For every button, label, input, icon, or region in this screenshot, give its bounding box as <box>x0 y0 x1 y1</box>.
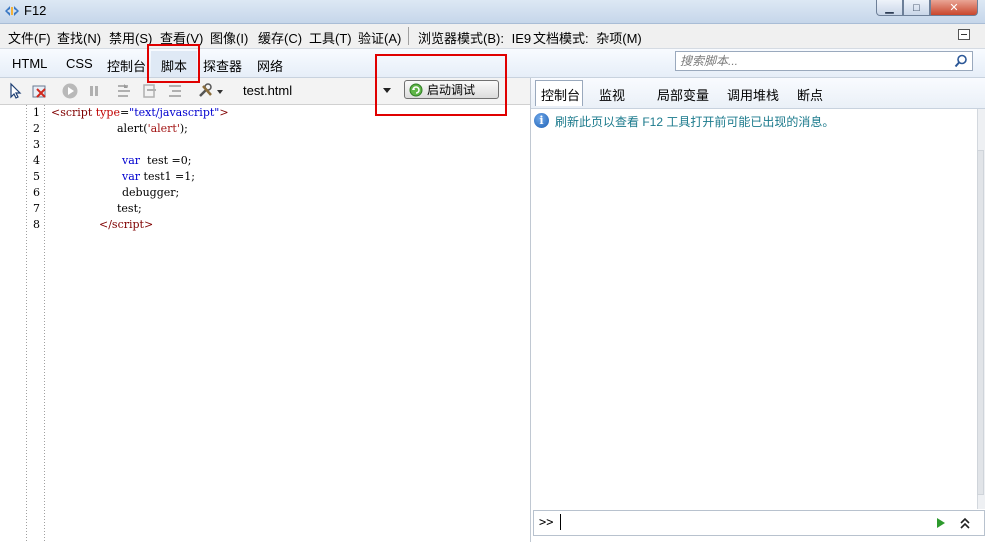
step-over-icon[interactable] <box>141 82 159 100</box>
debug-tab-call-stack[interactable]: 调用堆栈 <box>727 85 779 104</box>
code-line: test; <box>117 202 142 215</box>
menu-document-mode[interactable]: 文档模式: 杂项(M) <box>533 28 642 47</box>
search-input[interactable] <box>680 53 950 69</box>
menu-tools[interactable]: 工具(T) <box>309 28 352 47</box>
line-number: 2 <box>33 122 40 135</box>
code-line: debugger; <box>122 186 180 199</box>
debug-tabs: 控制台 监视 局部变量 调用堆栈 断点 <box>531 78 985 109</box>
close-button[interactable]: ✕ <box>930 0 978 16</box>
debug-tab-breakpoints[interactable]: 断点 <box>797 85 823 104</box>
tab-html[interactable]: HTML <box>12 56 47 71</box>
menu-find[interactable]: 查找(N) <box>57 28 101 47</box>
tab-bar: HTML CSS 控制台 脚本 探查器 网络 <box>0 49 985 78</box>
line-number: 8 <box>33 218 40 231</box>
menu-validate[interactable]: 验证(A) <box>358 28 401 47</box>
script-editor[interactable]: 1 2 3 4 5 6 7 8 <script type="text/javas… <box>0 105 530 542</box>
browser-mode-value: IE9 <box>511 31 532 46</box>
title-bar: F12 ▁ □ ✕ <box>0 0 985 24</box>
start-debugging-button[interactable]: 启动调试 <box>404 80 499 99</box>
search-box <box>675 51 973 71</box>
menu-cache[interactable]: 缓存(C) <box>258 28 302 47</box>
console-input[interactable] <box>560 514 931 530</box>
scrollbar-thumb[interactable] <box>977 150 984 495</box>
tab-profiler[interactable]: 探查器 <box>203 56 242 75</box>
multi-line-expand-icon[interactable] <box>959 516 971 530</box>
debug-tab-console[interactable]: 控制台 <box>541 85 580 104</box>
window-title: F12 <box>24 3 47 18</box>
line-number: 3 <box>33 138 40 151</box>
code-line: var test =0; <box>122 154 192 167</box>
doc-mode-label: 文档模式: <box>533 31 589 46</box>
f12-devtools-icon <box>5 6 19 16</box>
menu-bar: 文件(F) 查找(N) 禁用(S) 查看(V) 图像(I) 缓存(C) 工具(T… <box>0 24 985 49</box>
continue-icon[interactable] <box>61 82 79 100</box>
minimize-button[interactable]: ▁ <box>876 0 903 16</box>
console-input-bar: >> <box>533 510 985 536</box>
tab-script[interactable]: 脚本 <box>161 56 187 75</box>
chevron-down-icon[interactable] <box>380 83 394 97</box>
gutter-divider <box>44 105 45 542</box>
code-line: <script type="text/javascript"> <box>51 106 229 119</box>
clear-browser-cache-icon[interactable] <box>31 82 49 100</box>
refresh-green-icon <box>409 83 423 96</box>
script-toolbar: test.html 启动调试 <box>0 78 530 105</box>
code-line: alert('alert'); <box>117 122 188 135</box>
line-number: 5 <box>33 170 40 183</box>
doc-mode-value: 杂项(M) <box>596 31 642 46</box>
menu-browser-mode[interactable]: 浏览器模式(B): IE9 <box>418 28 531 47</box>
tab-network[interactable]: 网络 <box>257 56 283 75</box>
browser-mode-label: 浏览器模式(B): <box>418 31 504 46</box>
maximize-button[interactable]: □ <box>903 0 930 16</box>
break-all-icon[interactable] <box>85 82 103 100</box>
menu-separator <box>408 27 409 45</box>
code-line: </script> <box>99 218 154 231</box>
start-debugging-label: 启动调试 <box>427 83 476 97</box>
minimize-panel-icon[interactable] <box>958 29 970 40</box>
line-number: 7 <box>33 202 40 215</box>
tab-console[interactable]: 控制台 <box>107 56 146 75</box>
debug-tab-watch[interactable]: 监视 <box>599 85 625 104</box>
tab-css[interactable]: CSS <box>66 56 93 71</box>
menu-view[interactable]: 查看(V) <box>160 28 203 47</box>
step-out-icon[interactable] <box>166 82 184 100</box>
console-output: i 刷新此页以查看 F12 工具打开前可能已出现的消息。 <box>531 109 977 509</box>
gutter-divider <box>26 105 27 542</box>
line-number: 1 <box>33 106 40 119</box>
search-icon[interactable] <box>954 54 968 68</box>
line-number: 6 <box>33 186 40 199</box>
console-prompt: >> <box>539 515 554 529</box>
script-file-selector[interactable]: test.html <box>243 83 292 98</box>
menu-images[interactable]: 图像(I) <box>210 28 248 47</box>
console-message: 刷新此页以查看 F12 工具打开前可能已出现的消息。 <box>555 115 835 129</box>
code-line: var test1 =1; <box>122 170 195 183</box>
tools-icon[interactable] <box>197 82 225 100</box>
debug-tab-locals[interactable]: 局部变量 <box>657 85 709 104</box>
menu-disable[interactable]: 禁用(S) <box>109 28 152 47</box>
step-into-icon[interactable] <box>115 82 133 100</box>
run-script-icon[interactable] <box>936 517 946 529</box>
line-number: 4 <box>33 154 40 167</box>
select-element-icon[interactable] <box>7 82 25 100</box>
info-icon: i <box>534 113 549 128</box>
menu-file[interactable]: 文件(F) <box>8 28 51 47</box>
